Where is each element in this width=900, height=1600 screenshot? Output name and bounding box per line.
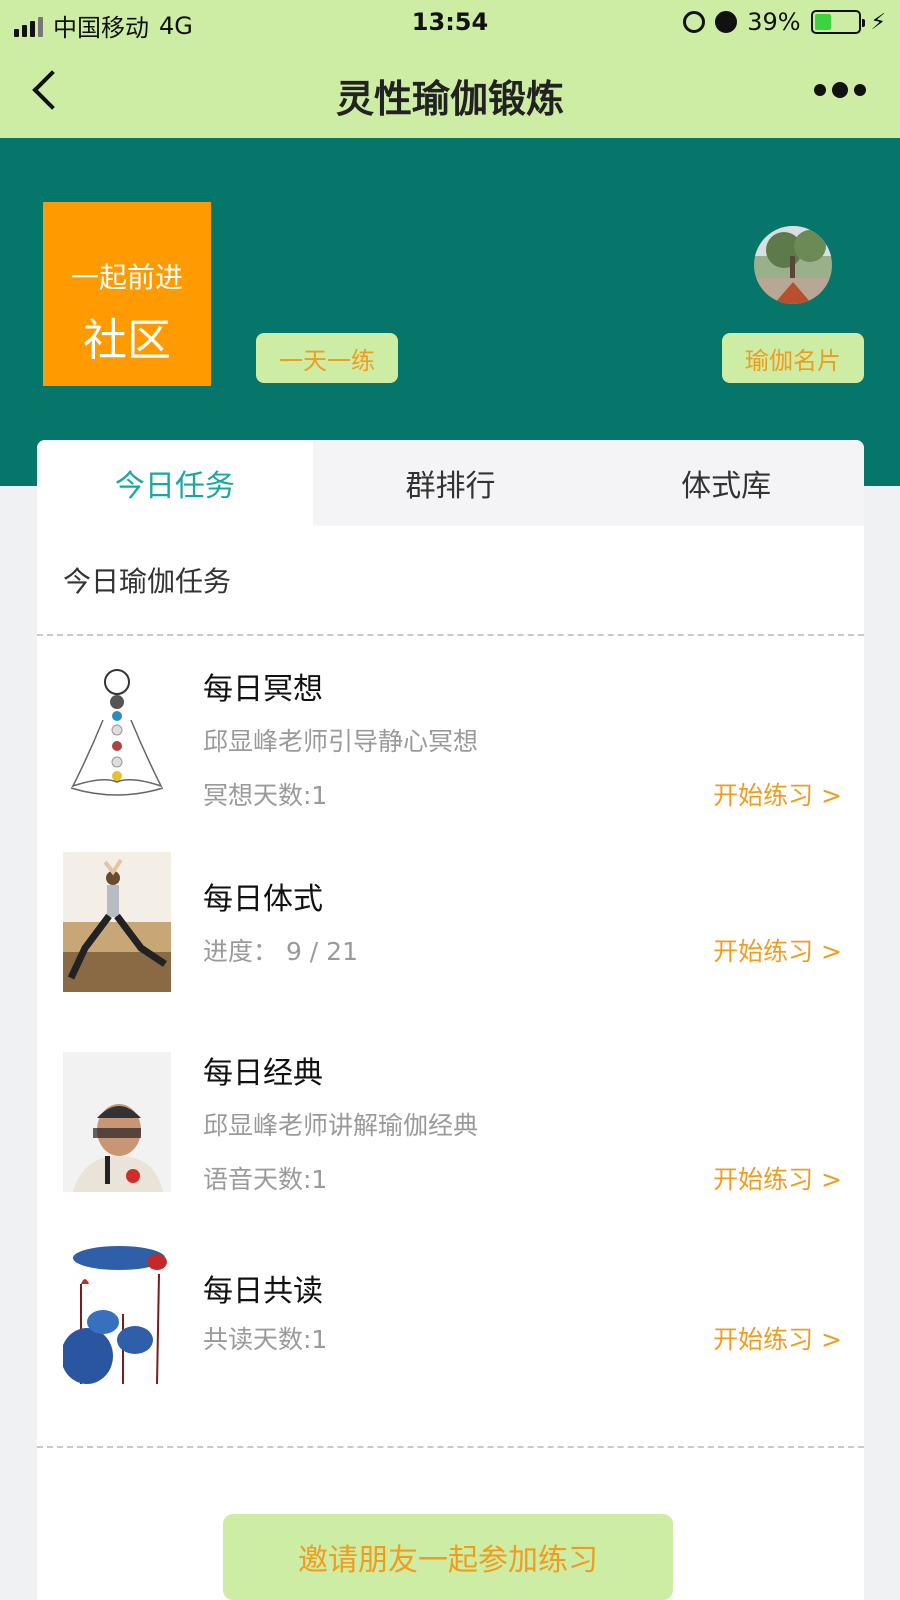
page-title: 灵性瑜伽锻炼	[335, 77, 564, 121]
tab-today-tasks[interactable]: 今日任务	[37, 440, 313, 526]
logo-line2: 社区	[83, 315, 171, 366]
daily-practice-button[interactable]: 一天一练	[256, 333, 398, 383]
top-bar: 中国移动 4G 13:54 39% ⚡ 灵性瑜伽锻炼	[0, 0, 900, 138]
start-practice-link[interactable]: 开始练习 >	[713, 932, 842, 968]
lotus-thumbnail	[63, 1244, 171, 1384]
task-stat: 语音天数:1	[203, 1165, 328, 1194]
teacher-thumbnail	[63, 1052, 171, 1192]
status-bar: 中国移动 4G 13:54 39% ⚡	[0, 0, 900, 46]
task-stat: 共读天数:1	[203, 1325, 328, 1354]
yoga-card-button[interactable]: 瑜伽名片	[722, 333, 864, 383]
charging-icon: ⚡	[870, 9, 886, 35]
list-divider	[37, 1446, 864, 1448]
task-panel: 今日任务 群排行 体式库 今日瑜伽任务 每日冥想 邱显峰老师引导静心冥想 冥想天…	[37, 440, 864, 1600]
task-name: 每日体式	[203, 882, 323, 917]
more-icon[interactable]	[814, 82, 866, 98]
task-item-meditation[interactable]: 每日冥想 邱显峰老师引导静心冥想 冥想天数:1 开始练习 >	[37, 636, 864, 844]
tab-bar: 今日任务 群排行 体式库	[37, 440, 864, 526]
navigation-bar: 灵性瑜伽锻炼	[0, 46, 900, 138]
task-name: 每日共读	[203, 1274, 323, 1309]
rotation-lock-icon	[683, 11, 706, 33]
start-practice-link[interactable]: 开始练习 >	[713, 1320, 842, 1356]
meditation-thumbnail	[63, 664, 171, 804]
section-title: 今日瑜伽任务	[37, 526, 864, 636]
battery-icon	[810, 10, 865, 34]
task-stat: 进度： 9 / 21	[203, 937, 358, 966]
start-practice-link[interactable]: 开始练习 >	[713, 776, 842, 812]
task-item-reading[interactable]: 每日共读 共读天数:1 开始练习 >	[37, 1236, 864, 1432]
community-banner: 一起前进 社区 一天一练 瑜伽名片	[0, 138, 900, 486]
tab-pose-library[interactable]: 体式库	[588, 440, 864, 526]
tab-group-ranking[interactable]: 群排行	[312, 440, 589, 526]
pose-thumbnail	[63, 852, 171, 992]
user-avatar[interactable]	[754, 226, 832, 304]
community-logo: 一起前进 社区	[43, 202, 211, 386]
task-name: 每日经典	[203, 1056, 323, 1091]
task-name: 每日冥想	[203, 672, 323, 707]
task-description: 邱显峰老师讲解瑜伽经典	[203, 1111, 479, 1140]
task-description: 邱显峰老师引导静心冥想	[203, 727, 479, 756]
alarm-icon	[715, 11, 738, 33]
battery-percent: 39%	[747, 8, 801, 36]
start-practice-link[interactable]: 开始练习 >	[713, 1160, 842, 1196]
logo-line1: 一起前进	[70, 261, 183, 294]
invite-friends-button[interactable]: 邀请朋友一起参加练习	[223, 1514, 673, 1600]
task-stat: 冥想天数:1	[203, 781, 328, 810]
task-item-classics[interactable]: 每日经典 邱显峰老师讲解瑜伽经典 语音天数:1 开始练习 >	[37, 1014, 864, 1236]
task-item-pose[interactable]: 每日体式 进度： 9 / 21 开始练习 >	[37, 844, 864, 1014]
